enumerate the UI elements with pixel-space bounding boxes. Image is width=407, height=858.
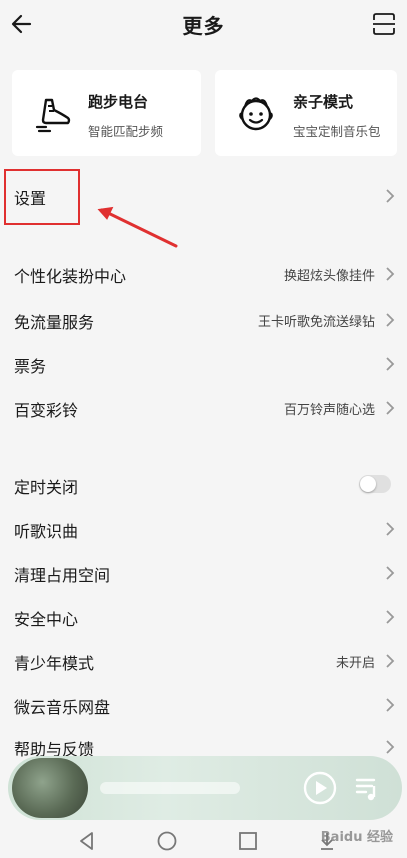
page-title: 更多 bbox=[182, 14, 225, 38]
menu-row-ringtones[interactable]: 百变彩铃 百万铃声随心选 bbox=[0, 388, 407, 428]
row-label: 个性化装扮中心 bbox=[14, 267, 127, 286]
chevron-right-icon bbox=[386, 698, 395, 712]
chevron-right-icon bbox=[386, 740, 395, 754]
playlist-icon[interactable] bbox=[354, 774, 382, 802]
play-icon[interactable] bbox=[302, 770, 338, 806]
baby-face-icon bbox=[239, 97, 273, 131]
system-navbar: Baidu 经验 bbox=[0, 822, 407, 858]
chevron-right-icon bbox=[386, 189, 395, 203]
card-subtitle: 宝宝定制音乐包 bbox=[293, 124, 381, 139]
menu-row-free-data[interactable]: 免流量服务 王卡听歌免流送绿钻 bbox=[0, 300, 407, 340]
running-radio-card[interactable]: 跑步电台 智能匹配步频 bbox=[12, 70, 201, 156]
menu-row-sleep-timer: 定时关闭 bbox=[0, 465, 407, 505]
row-value: 王卡听歌免流送绿钻 bbox=[257, 315, 375, 330]
running-shoe-icon bbox=[35, 98, 71, 133]
row-label: 定时关闭 bbox=[14, 478, 79, 497]
chevron-right-icon bbox=[386, 566, 395, 580]
chevron-right-icon bbox=[386, 313, 395, 327]
row-value: 未开启 bbox=[335, 656, 375, 671]
row-label: 清理占用空间 bbox=[14, 566, 111, 585]
row-label: 微云音乐网盘 bbox=[14, 698, 111, 717]
chevron-right-icon bbox=[386, 654, 395, 668]
row-value: 百万铃声随心选 bbox=[283, 403, 375, 418]
scan-icon[interactable] bbox=[371, 11, 397, 37]
row-label: 安全中心 bbox=[14, 610, 79, 629]
card-title: 跑步电台 bbox=[88, 93, 149, 111]
chevron-right-icon bbox=[386, 357, 395, 371]
song-title-blurred bbox=[100, 782, 240, 794]
nav-back-icon[interactable] bbox=[76, 830, 98, 852]
nav-recents-icon[interactable] bbox=[237, 830, 259, 852]
red-arrow-annotation bbox=[97, 206, 178, 248]
row-label: 票务 bbox=[14, 357, 47, 376]
menu-row-song-recognition[interactable]: 听歌识曲 bbox=[0, 509, 407, 549]
row-label: 青少年模式 bbox=[14, 654, 95, 673]
menu-row-cloud-drive[interactable]: 微云音乐网盘 bbox=[0, 685, 407, 725]
watermark: Baidu 经验 bbox=[320, 830, 393, 845]
chevron-right-icon bbox=[386, 401, 395, 415]
mini-player[interactable] bbox=[8, 756, 402, 820]
toggle-knob bbox=[360, 476, 376, 492]
feature-cards: 跑步电台 智能匹配步频 亲子模式 宝宝定制音乐包 bbox=[12, 70, 397, 156]
row-label: 百变彩铃 bbox=[14, 401, 79, 420]
menu-row-teen-mode[interactable]: 青少年模式 未开启 bbox=[0, 641, 407, 681]
row-label: 听歌识曲 bbox=[14, 522, 79, 541]
menu-row-tickets[interactable]: 票务 bbox=[0, 344, 407, 384]
chevron-right-icon bbox=[386, 267, 395, 281]
highlight-box bbox=[4, 169, 80, 225]
chevron-right-icon bbox=[386, 610, 395, 624]
card-title: 亲子模式 bbox=[293, 93, 354, 111]
chevron-right-icon bbox=[386, 522, 395, 536]
sleep-timer-toggle[interactable] bbox=[359, 475, 391, 493]
row-value: 换超炫头像挂件 bbox=[283, 269, 375, 284]
album-cover[interactable] bbox=[12, 758, 88, 818]
menu-row-skin-center[interactable]: 个性化装扮中心 换超炫头像挂件 bbox=[0, 254, 407, 294]
menu-row-security-center[interactable]: 安全中心 bbox=[0, 597, 407, 637]
card-subtitle: 智能匹配步频 bbox=[88, 124, 164, 139]
header: 更多 bbox=[0, 0, 407, 48]
row-label: 免流量服务 bbox=[14, 313, 95, 332]
parent-child-card[interactable]: 亲子模式 宝宝定制音乐包 bbox=[215, 70, 397, 156]
nav-home-icon[interactable] bbox=[156, 830, 178, 852]
menu-row-clear-storage[interactable]: 清理占用空间 bbox=[0, 553, 407, 593]
